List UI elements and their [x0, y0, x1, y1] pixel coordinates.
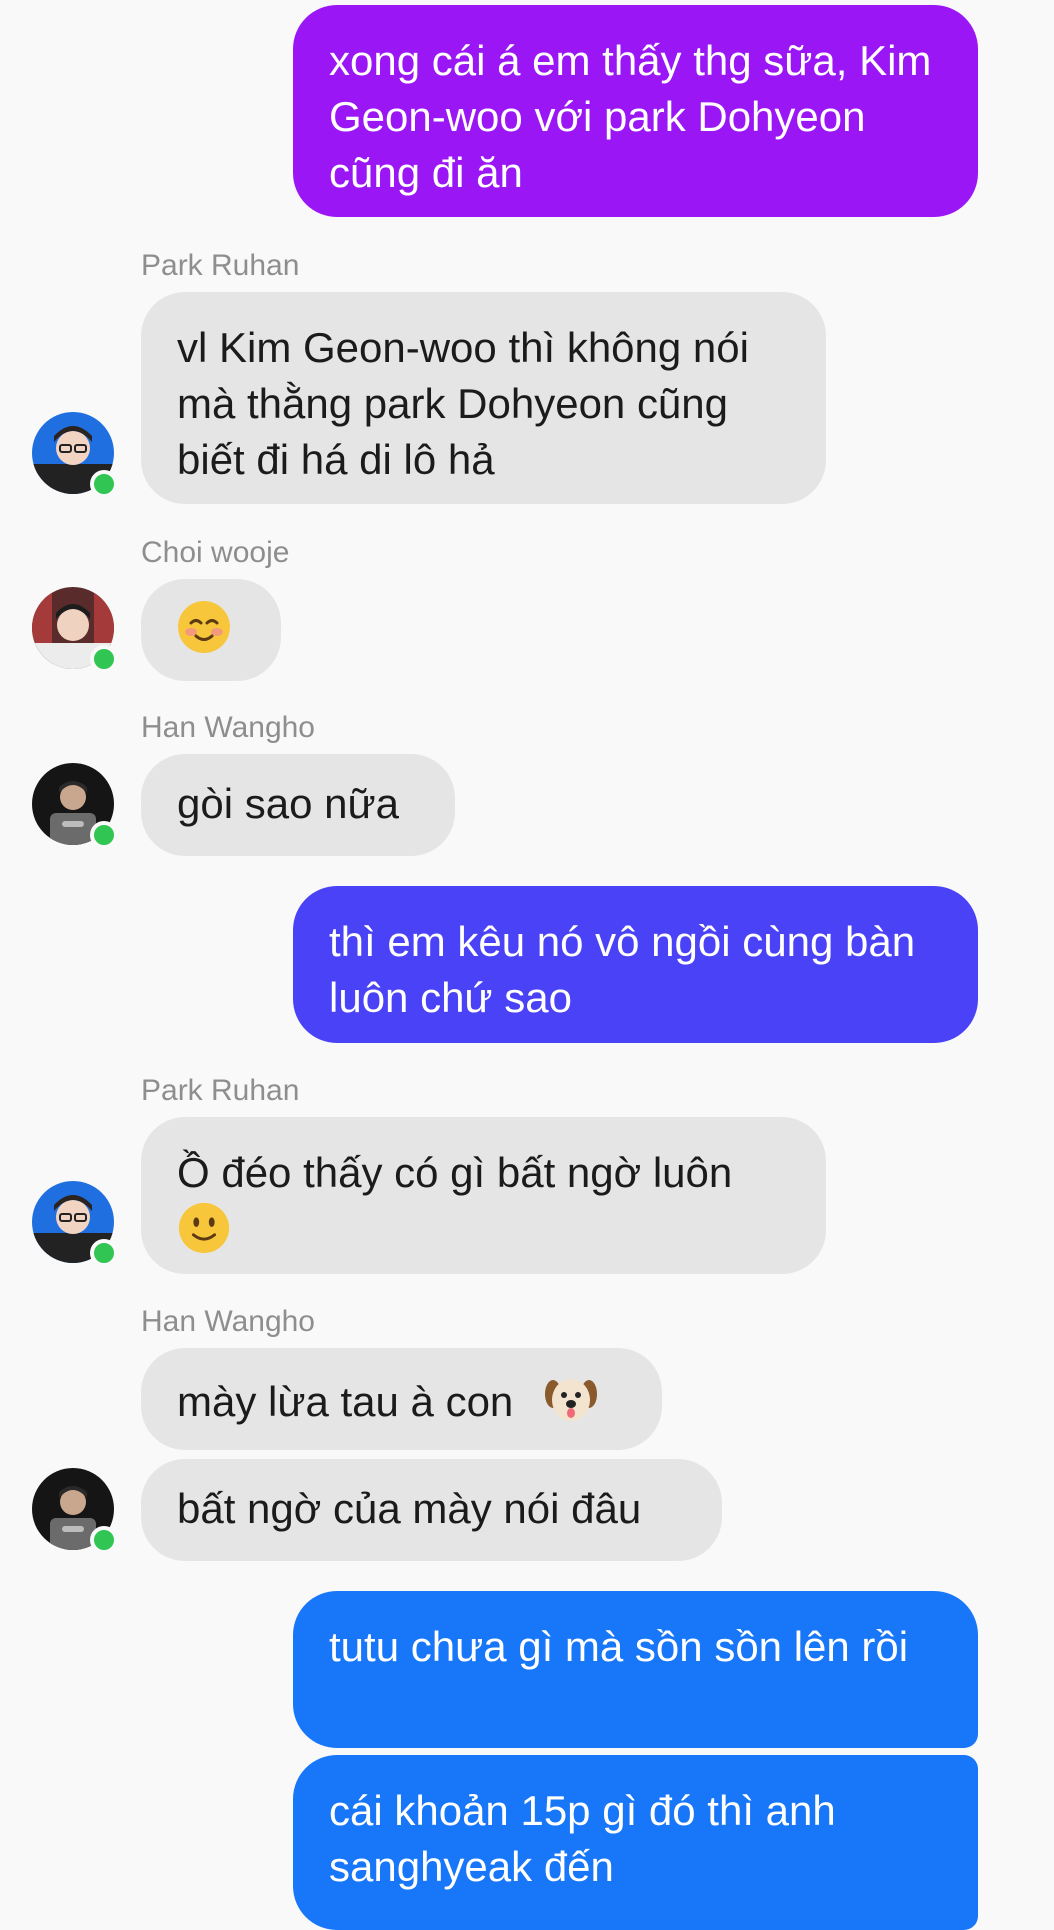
outgoing-message-bubble[interactable]: tutu chưa gì mà sồn sồn lên rồi: [293, 1591, 978, 1748]
choi-wooje-avatar-icon[interactable]: [32, 587, 118, 673]
online-status-dot: [90, 645, 118, 673]
message-text: tutu chưa gì mà sồn sồn lên rồi: [329, 1623, 909, 1670]
han-wangho-avatar-icon[interactable]: [32, 1468, 118, 1554]
online-status-dot: [90, 821, 118, 849]
message-text: thì em kêu nó vô ngồi cùng bàn luôn chứ …: [329, 918, 916, 1021]
outgoing-message-bubble[interactable]: thì em kêu nó vô ngồi cùng bàn luôn chứ …: [293, 886, 978, 1043]
sender-name: Han Wangho: [141, 711, 315, 744]
message-text: vl Kim Geon-woo thì không nói mà thằng p…: [177, 324, 749, 483]
incoming-message-bubble[interactable]: bất ngờ của mày nói đâu: [141, 1459, 722, 1561]
message-text: cái khoản 15p gì đó thì anh sanghyeak đế…: [329, 1787, 836, 1890]
incoming-message-bubble[interactable]: gòi sao nữa: [141, 754, 455, 856]
message-text: bất ngờ của mày nói đâu: [177, 1485, 642, 1532]
sender-name: Park Ruhan: [141, 249, 300, 282]
online-status-dot: [90, 1239, 118, 1267]
online-status-dot: [90, 1526, 118, 1554]
slight-smile-emoji-icon: [177, 1201, 231, 1269]
sender-name: Park Ruhan: [141, 1074, 300, 1107]
online-status-dot: [90, 470, 118, 498]
park-ruhan-avatar-icon[interactable]: [32, 1181, 118, 1267]
incoming-message-bubble[interactable]: Ồ đéo thấy có gì bất ngờ luôn: [141, 1117, 826, 1274]
park-ruhan-avatar-icon[interactable]: [32, 412, 118, 498]
incoming-message-bubble[interactable]: mày lừa tau à con: [141, 1348, 662, 1450]
dog-face-emoji-icon: [543, 1370, 599, 1440]
sender-name: Han Wangho: [141, 1305, 315, 1338]
message-text: mày lừa tau à con: [177, 1378, 514, 1426]
sender-name: Choi wooje: [141, 536, 290, 569]
outgoing-message-bubble[interactable]: cái khoản 15p gì đó thì anh sanghyeak đế…: [293, 1755, 978, 1930]
outgoing-message-bubble[interactable]: xong cái á em thấy thg sữa, Kim Geon-woo…: [293, 5, 978, 217]
message-text: gòi sao nữa: [177, 780, 399, 827]
incoming-message-bubble[interactable]: [141, 579, 281, 681]
han-wangho-avatar-icon[interactable]: [32, 763, 118, 849]
incoming-message-bubble[interactable]: vl Kim Geon-woo thì không nói mà thằng p…: [141, 292, 826, 504]
smiling-blush-emoji-icon: [176, 599, 232, 669]
message-text: Ồ đéo thấy có gì bất ngờ luôn: [177, 1149, 733, 1196]
message-text: xong cái á em thấy thg sữa, Kim Geon-woo…: [329, 37, 932, 196]
